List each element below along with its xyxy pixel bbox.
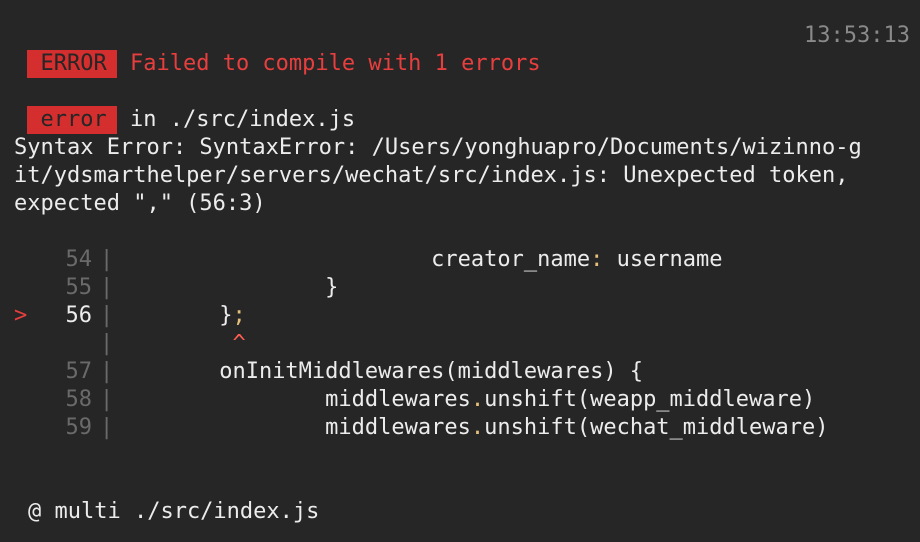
code-row: 58 | middlewares.unshift(weapp_middleware…: [14, 386, 816, 414]
error-location-line: error in ./src/index.js: [14, 78, 355, 134]
code-text: unshift(weapp_middleware): [484, 387, 816, 412]
code-row: 59 | middlewares.unshift(wechat_middlewar…: [14, 414, 829, 442]
line-number: 56: [65, 303, 93, 328]
error-message-line-3: expected "," (56:3): [14, 191, 266, 216]
line-number: 58: [65, 387, 93, 412]
module-footer: @ multi ./src/index.js: [28, 499, 320, 524]
error-summary: Failed to compile with 1 errors: [129, 51, 541, 76]
gutter-pipe: |: [100, 415, 114, 440]
gutter-pipe: |: [100, 247, 114, 272]
gutter-pipe: |: [100, 331, 114, 356]
code-row: 54 | creator_name: username: [14, 246, 723, 274]
error-header-line: ERROR Failed to compile with 1 errors: [14, 22, 541, 78]
gutter-pipe: |: [100, 303, 114, 328]
code-text: username: [603, 247, 723, 272]
line-number: 54: [65, 247, 93, 272]
gutter-pipe: |: [100, 275, 114, 300]
code-row: 55 | }: [14, 274, 339, 302]
code-text: middlewares: [113, 415, 471, 440]
gutter-pipe: |: [100, 387, 114, 412]
code-text: creator_name: [113, 247, 591, 272]
error-line-marker: >: [14, 303, 28, 328]
timestamp: 13:53:13: [804, 23, 910, 48]
code-punct: ;: [232, 303, 246, 328]
error-message-line-2: it/ydsmarthelper/servers/wechat/src/inde…: [14, 163, 849, 188]
code-text: middlewares: [113, 387, 471, 412]
line-number: 57: [65, 359, 93, 384]
caret-row: | ^: [14, 330, 246, 358]
code-punct: .: [470, 415, 485, 440]
code-text: }: [113, 275, 339, 300]
code-punct: :: [590, 247, 604, 272]
code-text: unshift(wechat_middleware): [484, 415, 829, 440]
error-caret: ^: [232, 331, 246, 356]
code-text: onInitMiddlewares(middlewares) {: [113, 359, 644, 384]
code-punct: .: [470, 387, 485, 412]
error-badge: ERROR: [26, 50, 117, 78]
code-text: }: [113, 303, 233, 328]
error-message-line-1: Syntax Error: SyntaxError: /Users/yonghu…: [14, 135, 862, 160]
code-row-error: >56 | };: [14, 302, 246, 330]
error-location-badge: error: [26, 106, 117, 134]
line-number: 59: [65, 415, 93, 440]
gutter-pipe: |: [100, 359, 114, 384]
code-row: 57 | onInitMiddlewares(middlewares) {: [14, 358, 644, 386]
error-location-text: in ./src/index.js: [129, 107, 356, 132]
line-number: 55: [65, 275, 93, 300]
